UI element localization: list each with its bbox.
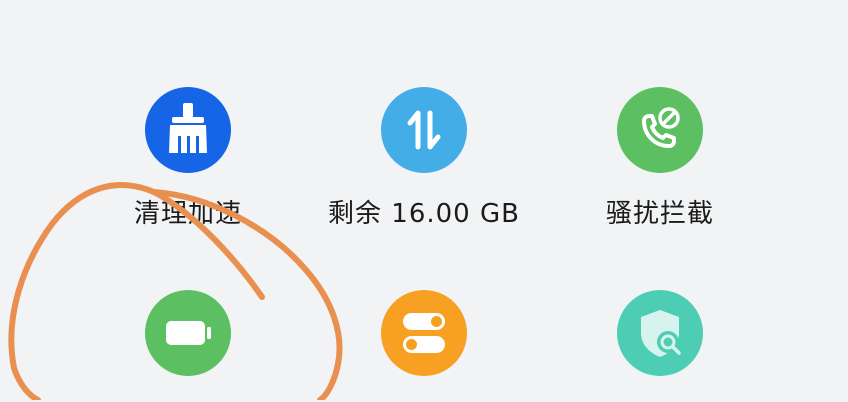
tile-label-cleanup: 清理加速 bbox=[133, 199, 242, 229]
battery-icon-button[interactable] bbox=[145, 290, 231, 376]
shield-search-icon bbox=[641, 310, 681, 357]
tile-label-storage: 剩余 16.00 GB bbox=[328, 199, 520, 229]
tile-label-harassment: 骚扰拦截 bbox=[605, 199, 714, 229]
security-icon-button[interactable] bbox=[617, 290, 703, 376]
battery-icon bbox=[166, 321, 211, 345]
broom-icon bbox=[169, 103, 207, 153]
phone-block-icon bbox=[642, 107, 680, 148]
tile-cleanup[interactable]: 清理加速 bbox=[78, 87, 298, 229]
harassment-icon-button[interactable] bbox=[617, 87, 703, 173]
storage-icon-button[interactable] bbox=[381, 87, 467, 173]
tile-security-scan[interactable] bbox=[550, 290, 770, 402]
cleanup-icon-button[interactable] bbox=[145, 87, 231, 173]
toggle-settings-icon bbox=[403, 313, 445, 353]
tile-harassment-block[interactable]: 骚扰拦截 bbox=[550, 87, 770, 229]
data-transfer-icon bbox=[407, 110, 441, 150]
tile-storage[interactable]: 剩余 16.00 GB bbox=[314, 87, 534, 229]
toggles-icon-button[interactable] bbox=[381, 290, 467, 376]
tile-settings-toggles[interactable] bbox=[314, 290, 534, 402]
tile-battery[interactable] bbox=[78, 290, 298, 402]
